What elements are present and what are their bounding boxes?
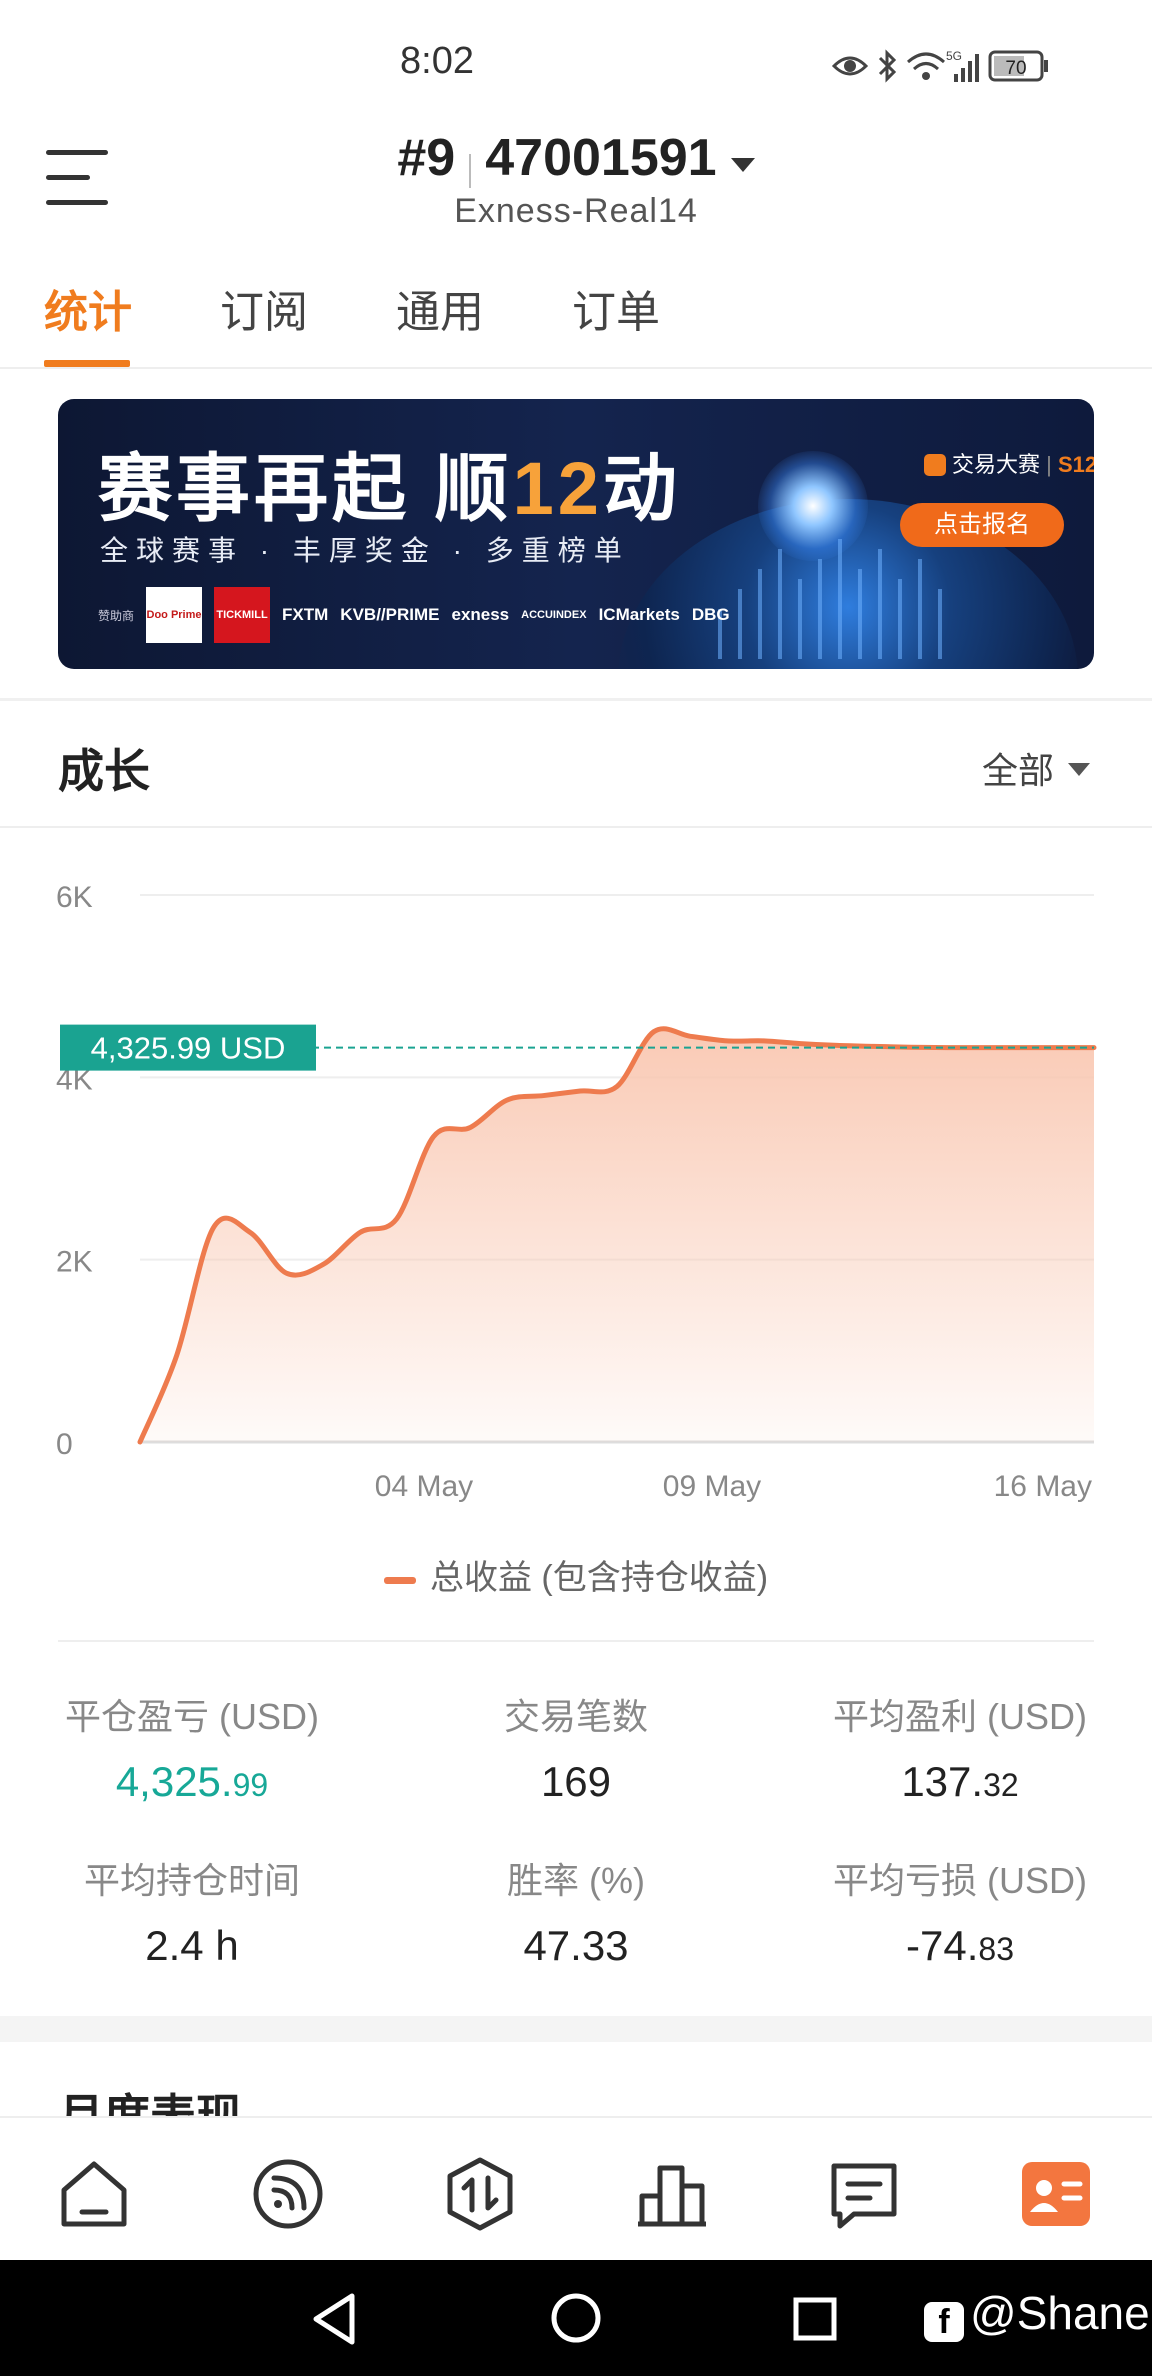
bottom-nav (0, 2116, 1152, 2260)
banner-brand: 交易大赛 | S12 (924, 447, 1094, 479)
home-icon[interactable] (56, 2156, 132, 2232)
trade-icon[interactable] (442, 2156, 518, 2232)
chevron-down-icon[interactable] (730, 157, 755, 172)
sponsor-accuindex: ACCUINDEX (521, 609, 587, 621)
banner-subtitle: 全球赛事 · 丰厚奖金 · 多重榜单 (100, 535, 630, 566)
stat-avg-profit: 平均盈利 (USD) 137.32 (768, 1688, 1152, 1806)
battery-icon: 70 (988, 50, 1048, 82)
banner-title: 赛事再起 顺12动 (98, 447, 681, 530)
stat-value: 4,325.99 (115, 1758, 269, 1805)
stat-value: 137.32 (901, 1758, 1019, 1805)
stat-label: 平均盈利 (USD) (833, 1696, 1087, 1737)
section-title: 成长 (58, 745, 150, 797)
sponsor-fxtm: FXTM (282, 605, 329, 624)
y-tick-label: 2K (56, 1246, 93, 1279)
watermark: f @Shanel (924, 2286, 1152, 2342)
sponsor-tickmill: TICKMILL (214, 587, 271, 643)
battery-level: 70 (1005, 58, 1026, 79)
ranking-icon[interactable] (634, 2156, 710, 2232)
active-tab-indicator (44, 360, 130, 367)
tab-orders[interactable]: 订单 (572, 276, 660, 340)
sponsor-strip: 赞助商 Doo Prime TICKMILL FXTM KVB//PRIME e… (98, 585, 730, 645)
stat-label: 平仓盈亏 (USD) (65, 1696, 319, 1737)
eye-icon (831, 56, 869, 76)
section-divider (0, 698, 1152, 701)
status-icons: 5G 70 (831, 49, 1048, 83)
account-number: 47001591 (485, 129, 717, 187)
bluetooth-icon (878, 49, 897, 83)
network-type: 5G (946, 49, 962, 63)
back-icon[interactable] (310, 2292, 360, 2346)
stat-win-rate: 胜率 (%) 47.33 (384, 1852, 768, 1970)
signal-feed-icon[interactable] (250, 2156, 326, 2232)
promo-banner[interactable]: 赛事再起 顺12动 全球赛事 · 丰厚奖金 · 多重榜单 交易大赛 | S12 … (58, 399, 1094, 669)
chart-legend: 总收益 (包含持仓收益) (0, 1550, 1152, 1599)
x-tick-label: 16 May (994, 1470, 1092, 1503)
sponsor-icmarkets: ICMarkets (598, 605, 680, 624)
wifi-icon (907, 52, 945, 80)
growth-chart: 02K4K6K04 May 09 May 16 May4,325.99 USD (56, 881, 1097, 1503)
chevron-down-icon (1068, 762, 1091, 776)
sponsor-dbg: DBG (691, 605, 730, 624)
stat-label: 平均亏损 (USD) (833, 1860, 1087, 1901)
facebook-logo-icon: f (924, 2302, 964, 2342)
legend-label: 总收益 (包含持仓收益) (429, 1559, 769, 1597)
y-tick-label: 0 (56, 1428, 73, 1461)
account-rank: #9 (397, 129, 456, 187)
stat-value: 2.4 h (145, 1922, 239, 1969)
tab-statistics[interactable]: 统计 (44, 276, 132, 340)
sponsor-kvb: KVB//PRIME (340, 605, 440, 624)
y-tick-label: 6K (56, 881, 93, 914)
divider (58, 1640, 1094, 1642)
x-tick-label: 09 May (663, 1470, 761, 1503)
stat-trade-count: 交易笔数 169 (384, 1688, 768, 1806)
recents-icon[interactable] (792, 2296, 838, 2342)
stat-label: 交易笔数 (503, 1696, 648, 1737)
tab-general[interactable]: 通用 (396, 276, 484, 340)
x-tick-label: 04 May (375, 1470, 473, 1503)
area-fill (140, 1028, 1094, 1442)
stat-avg-loss: 平均亏损 (USD) -74.83 (768, 1852, 1152, 1970)
profile-card-icon[interactable] (1018, 2156, 1094, 2232)
legend-swatch (383, 1576, 416, 1584)
register-button[interactable]: 点击报名 (900, 503, 1064, 547)
status-time: 8:02 (400, 40, 474, 82)
home-circle-icon[interactable] (550, 2292, 602, 2344)
brand-logo-icon (924, 454, 946, 476)
range-filter-dropdown[interactable]: 全部 (982, 742, 1091, 794)
stat-value: 47.33 (523, 1922, 629, 1969)
current-value-label: 4,325.99 USD (91, 1031, 286, 1066)
stat-value: 169 (540, 1758, 612, 1805)
section-divider (0, 826, 1152, 828)
section-divider (0, 2016, 1152, 2042)
stat-value: -74.83 (906, 1922, 1014, 1969)
sponsor-exness: exness (451, 605, 510, 624)
divider (0, 367, 1152, 369)
stat-label: 胜率 (%) (507, 1860, 645, 1901)
stat-label: 平均持仓时间 (83, 1860, 300, 1901)
tab-subscribe[interactable]: 订阅 (220, 276, 308, 340)
stat-closed-pnl: 平仓盈亏 (USD) 4,325.99 (0, 1688, 384, 1806)
stat-avg-hold-time: 平均持仓时间 2.4 h (0, 1852, 384, 1970)
message-icon[interactable] (826, 2156, 902, 2232)
account-server: Exness-Real14 (454, 192, 698, 230)
account-selector[interactable]: #9 47001591 (0, 128, 1152, 188)
sponsor-doo-prime: Doo Prime (146, 587, 203, 643)
